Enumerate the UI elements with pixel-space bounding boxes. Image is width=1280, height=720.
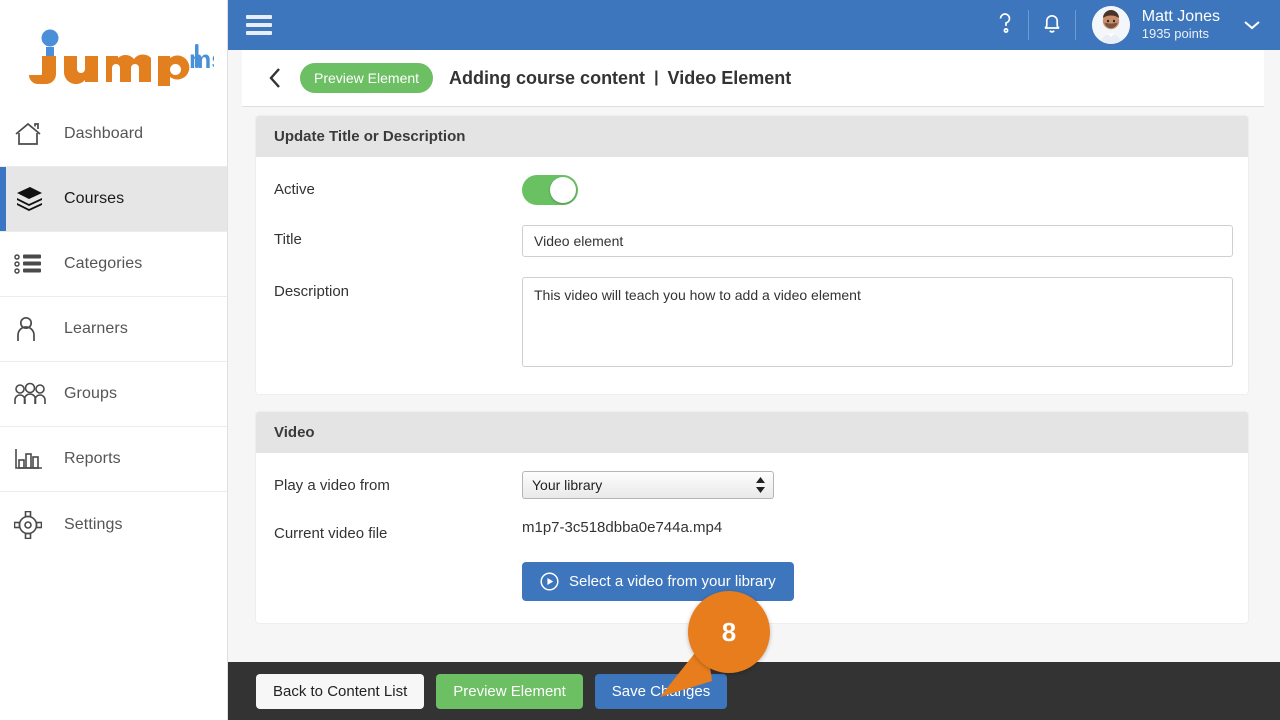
video-card-body: Play a video from Your library Current v… — [256, 453, 1248, 623]
sidebar-item-label: Settings — [64, 515, 123, 533]
chevron-left-icon[interactable] — [260, 63, 290, 93]
current-file-label: Current video file — [274, 525, 388, 542]
question-mark-icon — [995, 11, 1015, 40]
list-icon — [14, 247, 58, 281]
top-header-bar: Matt Jones 1935 points — [228, 0, 1280, 50]
breadcrumb-separator: | — [654, 69, 659, 86]
sidebar: ms Dashboard — [0, 0, 228, 720]
page-subtitle: Video Element — [667, 67, 792, 88]
bar-chart-icon — [14, 442, 58, 476]
hamburger-icon[interactable] — [246, 15, 272, 35]
current-file-row: Current video file m1p7-3c518dbba0e744a.… — [274, 519, 1230, 542]
select-updown-icon — [755, 477, 766, 493]
select-video-button-label: Select a video from your library — [569, 573, 776, 590]
update-card-heading: Update Title or Description — [256, 116, 1248, 157]
update-card-body: Active Title Des — [256, 157, 1248, 394]
sidebar-item-label: Dashboard — [64, 125, 144, 142]
content-area: Update Title or Description Active Title — [228, 108, 1280, 662]
active-row: Active — [274, 175, 1230, 205]
preview-element-button[interactable]: Preview Element — [436, 673, 583, 709]
app-root: ms Dashboard — [0, 0, 1280, 720]
title-label: Title — [274, 231, 302, 248]
play-from-row: Play a video from Your library — [274, 471, 1230, 499]
play-from-selected-value: Your library — [532, 477, 603, 493]
chevron-down-icon[interactable] — [1242, 15, 1262, 35]
title-input[interactable] — [522, 225, 1233, 257]
brand-logo[interactable]: ms — [0, 0, 227, 100]
save-changes-button[interactable]: Save Changes — [594, 673, 728, 709]
current-file-field: m1p7-3c518dbba0e744a.mp4 — [522, 519, 1230, 537]
play-from-select-wrap: Your library — [522, 471, 774, 499]
sidebar-item-label: Categories — [64, 255, 143, 272]
sidebar-item-label: Reports — [64, 450, 121, 467]
notifications-button[interactable] — [1029, 0, 1075, 50]
user-menu[interactable]: Matt Jones 1935 points — [1091, 6, 1266, 44]
description-textarea[interactable] — [522, 277, 1233, 367]
user-name: Matt Jones — [1141, 8, 1220, 26]
sidebar-item-dashboard[interactable]: Dashboard — [0, 102, 227, 167]
video-card-heading: Video — [256, 412, 1248, 453]
sidebar-item-label: Learners — [64, 320, 128, 337]
sidebar-item-groups[interactable]: Groups — [0, 362, 227, 427]
select-video-button[interactable]: Select a video from your library — [522, 562, 794, 601]
jumplms-logo-icon: ms — [14, 22, 214, 86]
sidebar-nav: Dashboard Courses Categories Learners Gr… — [0, 102, 227, 557]
user-avatar — [1091, 6, 1130, 44]
people-icon — [14, 377, 58, 411]
footer-action-bar: Back to Content List Preview Element Sav… — [228, 662, 1280, 720]
toggle-knob — [550, 177, 576, 203]
title-row: Title — [274, 225, 1233, 257]
sidebar-item-settings[interactable]: Settings — [0, 492, 227, 557]
description-label: Description — [274, 283, 350, 300]
description-row: Description — [274, 277, 1233, 372]
user-text-block: Matt Jones 1935 points — [1142, 8, 1220, 41]
sidebar-item-courses[interactable]: Courses — [0, 167, 227, 232]
sidebar-item-learners[interactable]: Learners — [0, 297, 227, 362]
user-points: 1935 points — [1141, 25, 1209, 41]
video-card: Video Play a video from Your library Cur… — [256, 412, 1248, 623]
sidebar-item-label: Courses — [64, 190, 125, 207]
breadcrumb: Preview Element Adding course content | … — [242, 50, 1264, 107]
bell-icon — [1041, 11, 1063, 40]
back-to-content-list-button[interactable]: Back to Content List — [256, 673, 425, 709]
play-from-label: Play a video from — [274, 477, 390, 494]
play-circle-icon — [540, 572, 559, 591]
books-icon — [14, 182, 58, 216]
home-icon — [14, 117, 58, 151]
active-toggle[interactable] — [522, 175, 578, 205]
select-video-row: Select a video from your library — [274, 562, 1230, 601]
update-title-card: Update Title or Description Active Title — [256, 116, 1248, 394]
current-file-value: m1p7-3c518dbba0e744a.mp4 — [522, 519, 723, 536]
preview-element-pill[interactable]: Preview Element — [300, 63, 434, 93]
svg-text:ms: ms — [189, 46, 214, 74]
title-field — [522, 225, 1233, 257]
person-icon — [14, 312, 58, 346]
sidebar-item-label: Groups — [64, 385, 118, 402]
select-video-field: Select a video from your library — [522, 562, 1230, 601]
header-divider-2 — [1074, 10, 1076, 40]
page-title: Adding course content — [449, 67, 646, 88]
active-field — [522, 175, 1230, 205]
active-label: Active — [274, 181, 315, 198]
play-from-field: Your library — [522, 471, 1230, 499]
select-video-spacer — [274, 562, 522, 568]
main-region: Matt Jones 1935 points Preview Element A… — [228, 0, 1280, 720]
description-field — [522, 277, 1233, 372]
gear-icon — [14, 508, 58, 542]
sidebar-item-categories[interactable]: Categories — [0, 232, 227, 297]
help-button[interactable] — [982, 0, 1028, 50]
play-from-select[interactable]: Your library — [522, 471, 774, 499]
sidebar-item-reports[interactable]: Reports — [0, 427, 227, 492]
